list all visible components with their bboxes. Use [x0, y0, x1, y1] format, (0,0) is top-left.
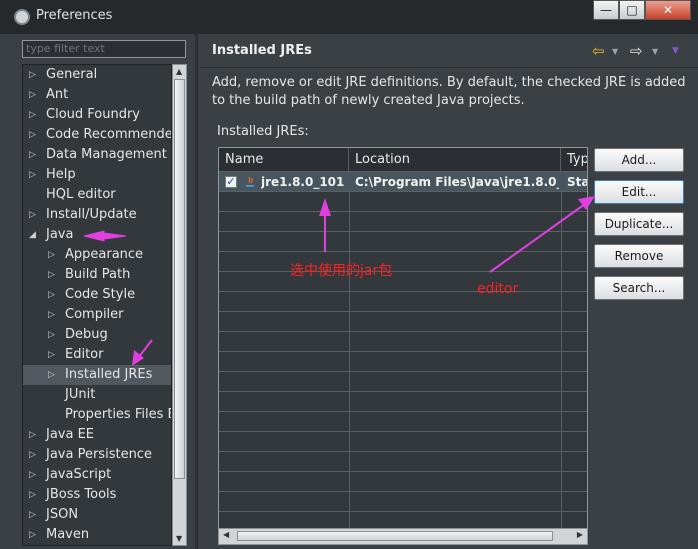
arrow-to-edit-button-icon — [489, 196, 595, 273]
arrow-to-java-icon — [83, 230, 127, 242]
arrow-to-jre-row-icon — [319, 198, 331, 252]
annotation-arrows — [83, 196, 595, 366]
arrow-to-installed-jres-icon — [132, 339, 153, 366]
